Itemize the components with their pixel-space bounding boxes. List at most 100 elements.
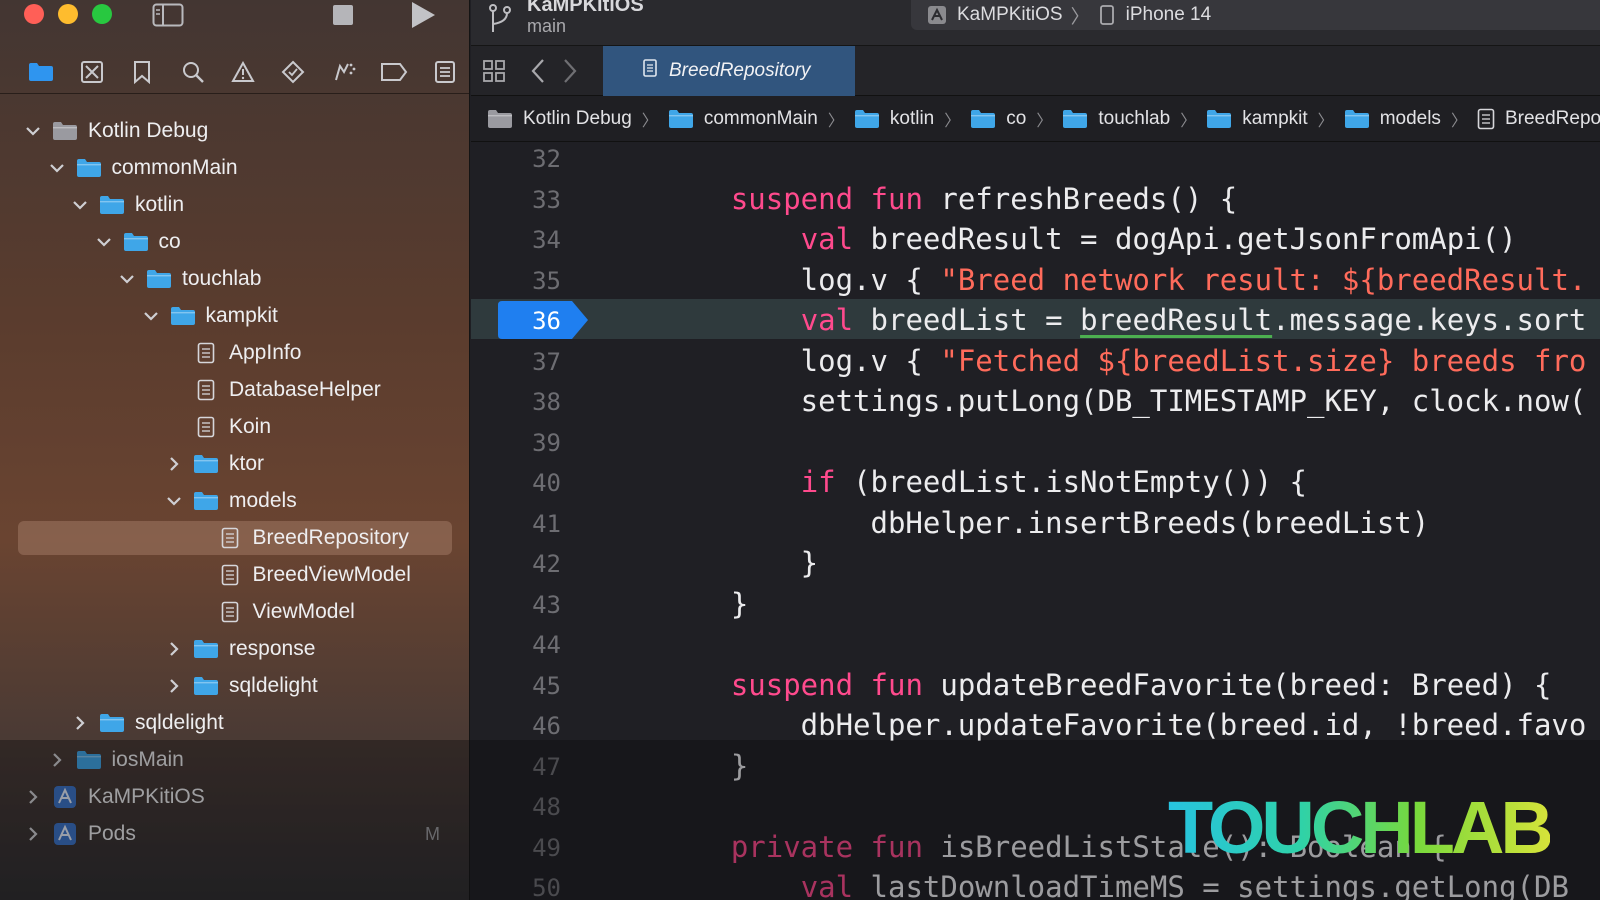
chevron-down-icon[interactable]	[142, 307, 160, 325]
xcode-project-icon	[52, 786, 78, 808]
back-icon[interactable]	[523, 56, 553, 86]
tree-item-kotlin debug[interactable]: Kotlin Debug	[18, 114, 452, 148]
report-icon[interactable]	[420, 52, 470, 92]
tree-item-kampkit[interactable]: kampkit	[18, 299, 452, 333]
code-line[interactable]: log.v { "Fetched ${breedList.size} breed…	[661, 344, 1587, 378]
code-line[interactable]: dbHelper.insertBreeds(breedList)	[661, 505, 1430, 540]
debug-icon[interactable]	[319, 52, 369, 92]
tree-item-models[interactable]: models	[18, 484, 452, 518]
branch-icon	[485, 2, 515, 39]
chevron-right-icon[interactable]	[71, 714, 89, 732]
breakpoint-icon[interactable]	[369, 52, 419, 92]
tree-item-koin[interactable]: Koin	[18, 410, 452, 444]
tree-item-commonmain[interactable]: commonMain	[18, 151, 452, 185]
tree-item-response[interactable]: response	[18, 632, 452, 666]
chevron-right-icon: 〉	[1317, 112, 1334, 130]
tree-item-databasehelper[interactable]: DatabaseHelper	[18, 373, 452, 407]
tree-item-sqldelight[interactable]: sqldelight	[18, 669, 452, 703]
code-token: dbHelper.insertBreeds(breedList)	[661, 505, 1430, 540]
breadcrumb-item[interactable]: kampkit	[1206, 108, 1308, 130]
code-line[interactable]: val breedList = breedResult.message.keys…	[661, 303, 1587, 337]
code-line[interactable]: if (breedList.isNotEmpty()) {	[661, 465, 1307, 499]
chevron-right-icon[interactable]	[24, 825, 42, 843]
breadcrumb-label: touchlab	[1098, 107, 1171, 129]
test-icon[interactable]	[268, 52, 318, 92]
breadcrumb-item[interactable]: BreedReposit	[1477, 108, 1600, 130]
file-icon	[1477, 108, 1495, 130]
chevron-right-icon[interactable]	[165, 640, 183, 658]
tree-item-appinfo[interactable]: AppInfo	[18, 336, 452, 370]
folder-icon[interactable]	[16, 52, 66, 92]
chevron-down-icon[interactable]	[118, 270, 136, 288]
warning-icon[interactable]	[218, 52, 268, 92]
tree-item-breedrepository[interactable]: BreedRepository	[18, 521, 452, 555]
tree-item-pods[interactable]: Pods M	[18, 817, 452, 851]
code-line[interactable]: suspend fun refreshBreeds() {	[661, 182, 1237, 216]
search-icon[interactable]	[167, 52, 217, 92]
document-icon	[643, 59, 657, 83]
chevron-down-icon[interactable]	[24, 122, 42, 140]
close-window-button[interactable]	[24, 4, 44, 24]
chevron-down-icon[interactable]	[95, 233, 113, 251]
folder-icon	[193, 638, 219, 660]
line-number: 48	[532, 793, 561, 821]
bookmark-icon[interactable]	[117, 52, 167, 92]
breadcrumb-item[interactable]: Kotlin Debug	[487, 108, 632, 130]
breadcrumb-item[interactable]: touchlab	[1062, 108, 1170, 130]
tree-item-ktor[interactable]: ktor	[18, 447, 452, 481]
folder-icon	[170, 305, 196, 327]
folder-icon	[193, 453, 219, 475]
tree-item-breedviewmodel[interactable]: BreedViewModel	[18, 558, 452, 592]
chevron-right-icon[interactable]	[165, 455, 183, 473]
touchlab-logo: TOUCHLAB	[1168, 786, 1554, 869]
code-token: (breedList.isNotEmpty()) {	[835, 465, 1308, 499]
line-number: 50	[532, 874, 561, 900]
chevron-down-icon[interactable]	[48, 159, 66, 177]
chevron-down-icon[interactable]	[165, 492, 183, 510]
code-line[interactable]: val breedResult = dogApi.getJsonFromApi(…	[661, 222, 1517, 256]
zoom-window-button[interactable]	[92, 4, 112, 24]
breadcrumb-label: models	[1379, 107, 1441, 129]
code-line[interactable]: }	[661, 587, 748, 621]
line-number: 46	[532, 712, 561, 740]
code-line[interactable]: settings.putLong(DB_TIMESTAMP_KEY, clock…	[661, 384, 1587, 418]
modified-badge: M	[425, 823, 440, 844]
destination-name[interactable]: iPhone 14	[1126, 4, 1212, 26]
breadcrumb-item[interactable]: models	[1344, 108, 1441, 130]
tree-item-iosmain[interactable]: iosMain	[18, 743, 452, 777]
chevron-down-icon[interactable]	[71, 196, 89, 214]
forward-icon[interactable]	[555, 56, 585, 86]
code-line[interactable]: log.v { "Breed network result: ${breedRe…	[661, 263, 1587, 297]
code-line[interactable]: }	[661, 749, 748, 783]
tree-item-viewmodel[interactable]: ViewModel	[18, 595, 452, 629]
code-line[interactable]: suspend fun updateBreedFavorite(breed: B…	[661, 668, 1552, 702]
breadcrumb-item[interactable]: co	[970, 108, 1026, 130]
tree-item-touchlab[interactable]: touchlab	[18, 262, 452, 296]
tree-item-sqldelight[interactable]: sqldelight	[18, 706, 452, 740]
line-number: 37	[532, 347, 561, 376]
tree-item-co[interactable]: co	[18, 225, 452, 259]
code-keyword: val	[800, 222, 854, 256]
tree-item-kotlin[interactable]: kotlin	[18, 188, 452, 222]
scheme-selector[interactable]: KaMPKitiOS 〉 iPhone 14	[911, 0, 1600, 30]
chevron-right-icon[interactable]	[48, 751, 66, 769]
run-icon[interactable]	[408, 0, 438, 30]
scheme-name[interactable]: KaMPKitiOS	[957, 4, 1063, 26]
chevron-right-icon[interactable]	[165, 677, 183, 695]
tab-breedrepository[interactable]: BreedRepository	[603, 46, 855, 96]
minimize-window-button[interactable]	[58, 4, 78, 24]
stop-icon[interactable]	[330, 0, 356, 30]
sidebar-toggle-icon[interactable]	[150, 0, 186, 30]
grid-icon[interactable]	[479, 56, 509, 86]
code-line[interactable]: dbHelper.updateFavorite(breed.id, !breed…	[661, 708, 1587, 742]
source-control-icon[interactable]	[66, 52, 116, 92]
code-token: breedResult = dogApi.getJsonFromApi()	[853, 222, 1517, 256]
code-line[interactable]: val lastDownloadTimeMS = settings.getLon…	[661, 870, 1569, 900]
breadcrumb-item[interactable]: kotlin	[854, 108, 934, 130]
folder-icon	[970, 109, 996, 129]
chevron-right-icon[interactable]	[24, 788, 42, 806]
tree-item-kampkitios[interactable]: KaMPKitiOS	[18, 780, 452, 814]
code-line[interactable]: }	[661, 546, 818, 580]
breadcrumb-item[interactable]: commonMain	[668, 108, 818, 130]
